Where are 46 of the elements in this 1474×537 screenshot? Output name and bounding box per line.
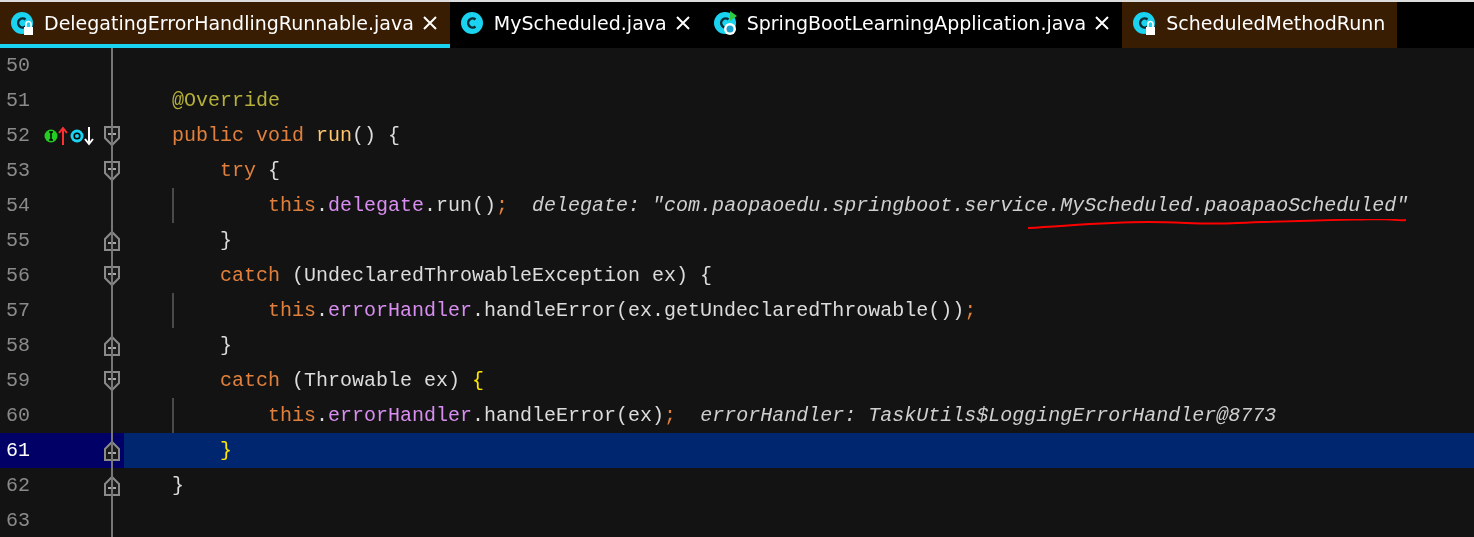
code-line: this.errorHandler.handleError(ex.getUndeclaredThrowable());: [267, 297, 977, 324]
line-number: 54: [5, 192, 31, 219]
fold-icon: [103, 439, 121, 462]
close-icon[interactable]: [421, 15, 438, 31]
line-number: 58: [5, 332, 31, 359]
code-line: }: [219, 437, 233, 464]
editor-tab[interactable]: SpringBootLearningApplication.java: [702, 2, 1123, 48]
fold-icon: [103, 159, 121, 182]
fold-icon: [103, 474, 121, 497]
code-line: try {: [219, 157, 281, 184]
line-number: 59: [5, 367, 31, 394]
close-icon[interactable]: [674, 15, 691, 31]
line-number: 62: [5, 472, 31, 499]
code-line: }: [219, 332, 233, 359]
code-line: public void run() {: [171, 122, 401, 149]
code-line: catch (UndeclaredThrowableException ex) {: [219, 262, 713, 289]
code-line: }: [171, 472, 184, 499]
line-number: 51: [5, 87, 31, 114]
line-number: 55: [5, 227, 31, 254]
code-line: @Override: [171, 87, 281, 114]
fold-icon: [103, 229, 121, 252]
code-line: this.delegate.run(); delegate: "com.paopaoedu.springboot.service.MyScheduled.paoapaoScheduled": [124, 190, 1409, 221]
close-icon[interactable]: [1094, 15, 1111, 31]
line-number: 52: [5, 122, 31, 149]
code-line: this.errorHandler.handleError(ex); errorHandler: TaskUtils$LoggingErrorHandler@8773: [267, 402, 1277, 429]
fold-icon: [103, 124, 121, 147]
implements-icon: [44, 125, 68, 146]
line-number: 57: [5, 297, 31, 324]
fold-icon: [103, 334, 121, 357]
fold-icon: [103, 369, 121, 392]
editor-tab[interactable]: MyScheduled.java: [449, 2, 703, 48]
line-number: 50: [5, 52, 31, 79]
fold-icon: [103, 264, 121, 287]
locked-class-icon: [10, 10, 36, 36]
class-icon: [459, 10, 486, 36]
line-number: 63: [5, 507, 31, 534]
line-number: 56: [5, 262, 31, 289]
line-number: 53: [5, 157, 31, 184]
overridden-icon: [70, 125, 94, 146]
line-number: 60: [5, 402, 31, 429]
line-number: 61: [5, 437, 31, 464]
class-icon: [712, 10, 739, 36]
editor-tab[interactable]: DelegatingErrorHandlingRunnable.java: [0, 2, 450, 48]
code-line: }: [219, 227, 233, 254]
editor-tab[interactable]: ScheduledMethodRunn: [1122, 2, 1398, 48]
code-line: catch (Throwable ex) {: [219, 367, 485, 394]
